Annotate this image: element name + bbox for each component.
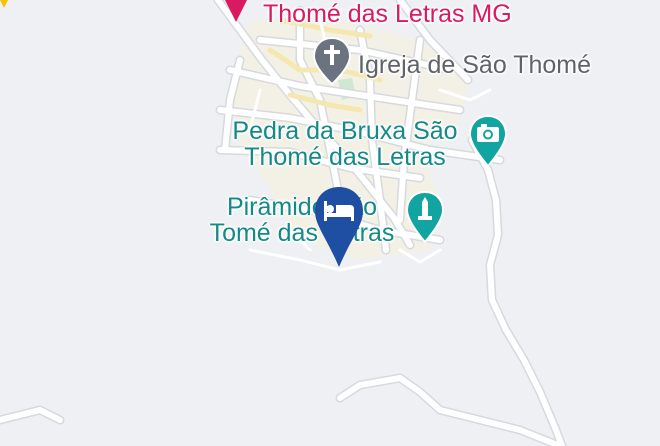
monument-icon bbox=[405, 190, 445, 244]
church-cross-icon bbox=[312, 36, 352, 86]
piramide-marker[interactable] bbox=[405, 190, 445, 246]
church-marker[interactable] bbox=[312, 36, 352, 88]
town-pin[interactable] bbox=[222, 0, 250, 26]
pedra-marker[interactable] bbox=[468, 114, 508, 170]
piramide-label[interactable]: Pirâmide São Tomé das Letras bbox=[182, 194, 422, 246]
bed-icon bbox=[315, 187, 363, 267]
pedra-label[interactable]: Pedra da Bruxa São Thomé das Letras bbox=[212, 118, 478, 170]
map-view[interactable]: Thomé das Letras MG Igreja de São Thomé … bbox=[0, 0, 660, 446]
church-label[interactable]: Igreja de São Thomé bbox=[358, 52, 591, 78]
camera-icon bbox=[468, 114, 508, 168]
pink-pin-icon bbox=[225, 0, 247, 22]
town-label[interactable]: Thomé das Letras MG bbox=[263, 1, 512, 27]
hotel-marker[interactable] bbox=[312, 185, 366, 269]
